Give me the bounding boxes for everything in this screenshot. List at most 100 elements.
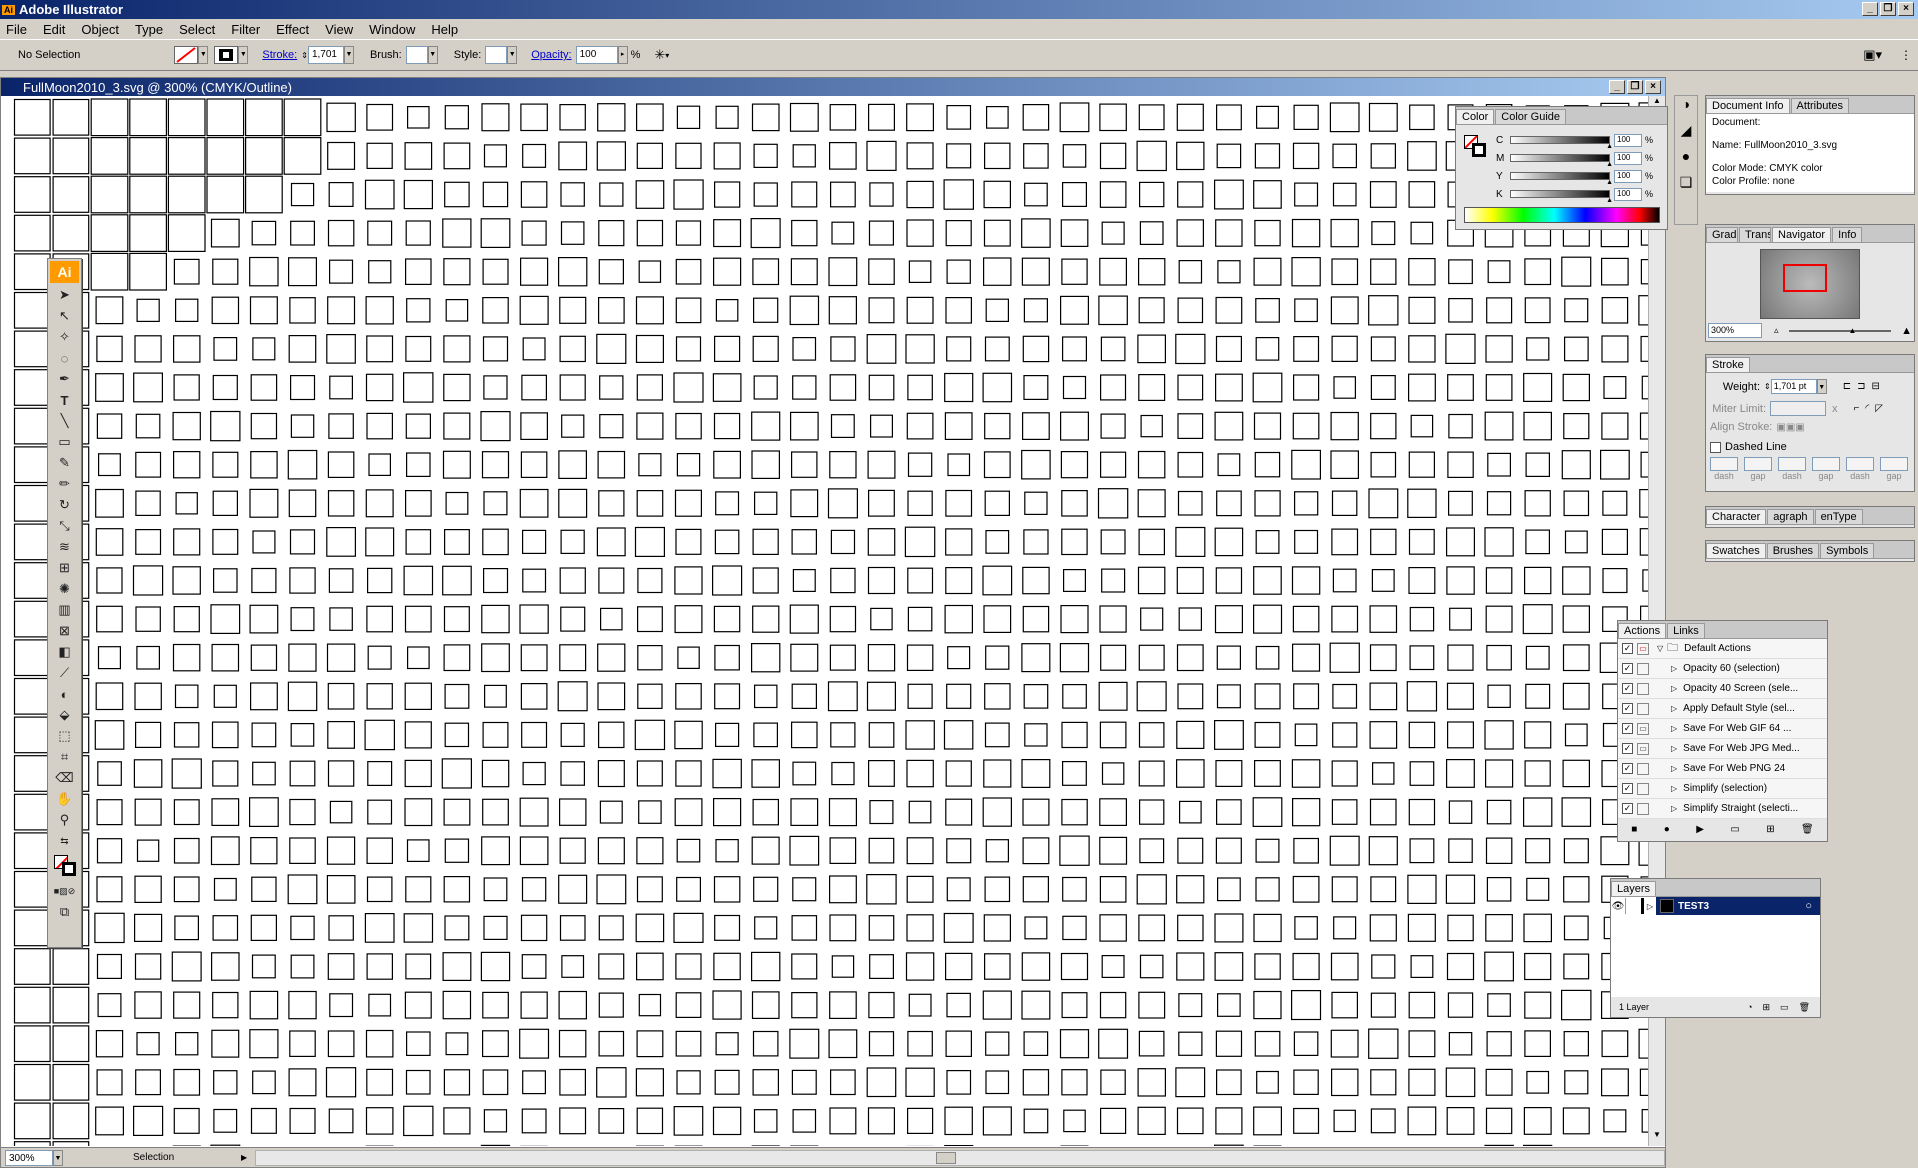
outline-square[interactable]	[287, 449, 318, 480]
outline-square[interactable]	[597, 643, 626, 672]
outline-square[interactable]	[368, 453, 391, 476]
outline-square[interactable]	[790, 489, 819, 518]
outline-square[interactable]	[519, 1028, 550, 1059]
outline-square[interactable]	[134, 798, 162, 826]
outline-square[interactable]	[405, 220, 431, 246]
outline-square[interactable]	[868, 297, 895, 324]
outline-square[interactable]	[133, 759, 163, 788]
outline-square[interactable]	[985, 839, 1009, 863]
outline-square[interactable]	[946, 143, 972, 169]
outline-square[interactable]	[712, 373, 742, 402]
opacity-field[interactable]: 100	[575, 46, 618, 64]
action-item[interactable]: ✓ ▷ Simplify Straight (selecti...	[1618, 799, 1827, 819]
outline-square[interactable]	[675, 992, 702, 1018]
outline-square[interactable]	[327, 141, 356, 170]
dialog-toggle-icon[interactable]: ▭	[1637, 742, 1649, 755]
outline-square[interactable]	[943, 179, 974, 210]
outline-square[interactable]	[1447, 374, 1474, 401]
outline-square[interactable]	[1524, 258, 1552, 286]
outline-square[interactable]	[97, 761, 122, 786]
outline-square[interactable]	[596, 333, 627, 364]
close-button[interactable]: ×	[1898, 2, 1914, 16]
outline-square[interactable]	[1332, 683, 1358, 709]
outline-square[interactable]	[714, 722, 740, 748]
outline-square[interactable]	[676, 876, 702, 902]
outline-square[interactable]	[945, 760, 972, 787]
outline-square[interactable]	[1331, 490, 1358, 517]
outline-square[interactable]	[1331, 991, 1358, 1019]
outline-square[interactable]	[482, 528, 509, 556]
outline-square[interactable]	[367, 567, 393, 594]
action-item[interactable]: ✓ ▭ ▷ Save For Web JPG Med...	[1618, 739, 1827, 759]
outline-square[interactable]	[673, 372, 704, 403]
outline-square[interactable]	[135, 529, 162, 555]
outline-square[interactable]	[522, 568, 547, 593]
status-text[interactable]: Selection	[133, 1152, 233, 1163]
outline-square[interactable]	[596, 874, 627, 905]
outline-square[interactable]	[129, 175, 168, 214]
expand-triangle-icon[interactable]: ▷	[1671, 724, 1677, 733]
outline-square[interactable]	[1331, 528, 1359, 556]
outline-square[interactable]	[906, 644, 934, 671]
outline-square[interactable]	[328, 181, 354, 207]
outline-square[interactable]	[167, 214, 206, 253]
outline-square[interactable]	[1255, 337, 1280, 361]
outline-square[interactable]	[867, 450, 896, 479]
outline-square[interactable]	[135, 413, 161, 439]
outline-square[interactable]	[867, 103, 895, 131]
outline-square[interactable]	[1446, 682, 1474, 710]
outline-square[interactable]	[946, 105, 972, 130]
outline-square[interactable]	[829, 991, 857, 1020]
outline-square[interactable]	[1137, 258, 1166, 286]
outline-square[interactable]	[482, 258, 509, 285]
outline-square[interactable]	[1331, 605, 1359, 633]
outline-square[interactable]	[1485, 837, 1513, 864]
outline-square[interactable]	[598, 490, 625, 517]
outline-square[interactable]	[95, 488, 124, 518]
outline-square[interactable]	[711, 565, 743, 596]
stroke-weight-dropdown[interactable]: ▼	[343, 46, 354, 64]
outline-square[interactable]	[906, 180, 934, 209]
outline-square[interactable]	[96, 413, 123, 439]
outline-square[interactable]	[792, 761, 817, 786]
dialog-toggle-icon[interactable]	[1637, 802, 1649, 815]
tab-actions[interactable]: Actions	[1618, 623, 1667, 638]
outline-square[interactable]	[869, 182, 894, 207]
dash-gap-field[interactable]	[1744, 457, 1772, 471]
channel-slider[interactable]: ▲	[1510, 190, 1613, 204]
outline-square[interactable]	[1447, 644, 1474, 671]
outline-square[interactable]	[560, 761, 585, 786]
outline-square[interactable]	[211, 1029, 240, 1058]
outline-square[interactable]	[830, 722, 856, 748]
outline-square[interactable]	[13, 1141, 51, 1146]
outline-square[interactable]	[1100, 1069, 1126, 1095]
outline-square[interactable]	[674, 489, 702, 517]
outline-square[interactable]	[1022, 837, 1050, 865]
outline-square[interactable]	[676, 105, 701, 130]
outline-square[interactable]	[789, 835, 820, 866]
outline-square[interactable]	[367, 645, 392, 670]
outline-square[interactable]	[445, 299, 469, 322]
outline-square[interactable]	[133, 372, 163, 403]
outline-square[interactable]	[1487, 993, 1511, 1017]
outline-square[interactable]	[1176, 566, 1204, 594]
menu-effect[interactable]: Effect	[276, 22, 309, 37]
outline-square[interactable]	[13, 369, 51, 406]
outline-square[interactable]	[1523, 411, 1552, 441]
outline-square[interactable]	[13, 716, 51, 754]
outline-square[interactable]	[1446, 1106, 1475, 1135]
new-action-icon[interactable]: ⊞	[1766, 824, 1774, 835]
outline-square[interactable]	[521, 374, 548, 401]
outline-square[interactable]	[1600, 1068, 1629, 1097]
outline-square[interactable]	[97, 453, 121, 477]
outline-square[interactable]	[1291, 643, 1321, 672]
outline-square[interactable]	[173, 258, 200, 285]
outline-square[interactable]	[984, 683, 1011, 710]
outline-square[interactable]	[1330, 218, 1359, 248]
outline-square[interactable]	[1407, 488, 1437, 519]
outline-square[interactable]	[946, 336, 972, 362]
outline-square[interactable]	[752, 297, 779, 323]
outline-square[interactable]	[368, 260, 392, 284]
stroke-swatch[interactable]	[214, 46, 239, 64]
outline-square[interactable]	[326, 836, 356, 865]
